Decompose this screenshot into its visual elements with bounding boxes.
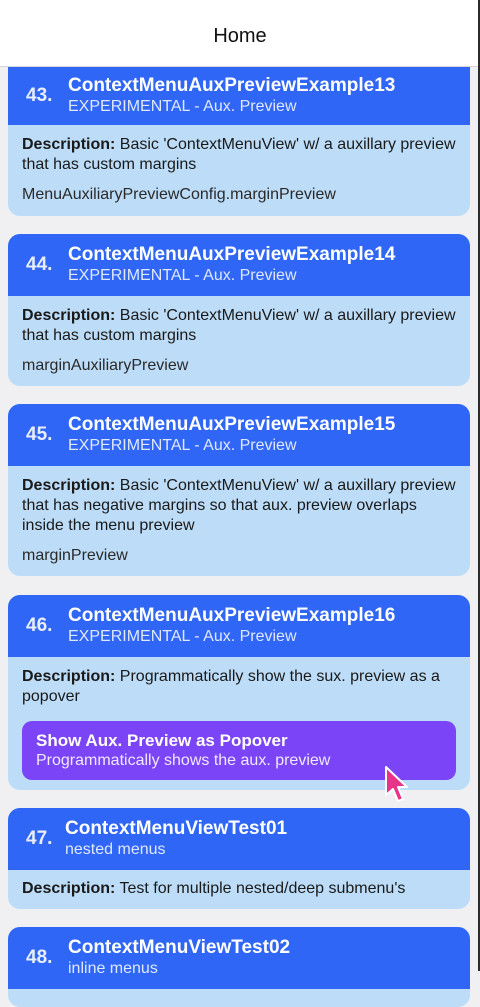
item-subtitle: EXPERIMENTAL - Aux. Preview	[68, 437, 297, 454]
item-extra: marginPreview	[22, 547, 128, 564]
list-item[interactable]: 46. ContextMenuAuxPreviewExample16 EXPER…	[8, 595, 470, 790]
description-label: Description:	[22, 668, 116, 685]
page-title: Home	[213, 24, 267, 47]
item-number: 44.	[26, 254, 53, 275]
item-description: Description: Basic 'ContextMenuView' w/ …	[22, 306, 456, 346]
item-subtitle: EXPERIMENTAL - Aux. Preview	[68, 267, 297, 284]
item-number: 43.	[26, 84, 53, 106]
item-description: Description: Basic 'ContextMenuView' w/ …	[22, 135, 456, 175]
item-title: ContextMenuViewTest02	[68, 937, 291, 958]
list-item[interactable]: 43. ContextMenuAuxPreviewExample13 EXPER…	[8, 44, 470, 216]
item-subtitle: nested menus	[65, 841, 166, 858]
item-title: ContextMenuAuxPreviewExample14	[68, 244, 396, 265]
card-header: 45. ContextMenuAuxPreviewExample15 EXPER…	[8, 404, 470, 466]
item-number: 48.	[26, 947, 53, 968]
item-title: ContextMenuAuxPreviewExample16	[68, 605, 396, 626]
item-description: Description: Programmatically show the s…	[22, 667, 456, 707]
card-header: 46. ContextMenuAuxPreviewExample16 EXPER…	[8, 595, 470, 657]
item-extra: MenuAuxiliaryPreviewConfig.marginPreview	[22, 186, 336, 203]
item-number: 45.	[26, 424, 53, 445]
button-subtitle: Programmatically shows the aux. preview	[36, 752, 331, 769]
navigation-bar: Home	[0, 0, 480, 67]
description-label: Description:	[22, 477, 116, 494]
list-item[interactable]: 47. ContextMenuViewTest01 nested menus D…	[8, 808, 470, 909]
item-subtitle: EXPERIMENTAL - Aux. Preview	[68, 628, 297, 645]
item-number: 46.	[26, 615, 53, 636]
card-header: 44. ContextMenuAuxPreviewExample14 EXPER…	[8, 234, 470, 296]
item-number: 47.	[26, 828, 53, 849]
card-body: Description: Basic 'ContextMenuView' w/ …	[8, 296, 470, 386]
card-header: 48. ContextMenuViewTest02 inline menus	[8, 927, 470, 989]
list-item[interactable]: 45. ContextMenuAuxPreviewExample15 EXPER…	[8, 404, 470, 576]
item-title: ContextMenuAuxPreviewExample13	[68, 74, 396, 96]
item-title: ContextMenuAuxPreviewExample15	[68, 414, 396, 435]
card-body: Description: Test for multiple nested/de…	[8, 870, 470, 909]
card-body: Description: Basic 'ContextMenuView' w/ …	[8, 466, 470, 576]
item-description: Description: Test for multiple nested/de…	[22, 879, 456, 899]
item-subtitle: EXPERIMENTAL - Aux. Preview	[68, 97, 297, 115]
pointer-cursor-icon	[384, 765, 410, 808]
description-label: Description:	[22, 880, 116, 897]
list-item[interactable]: 44. ContextMenuAuxPreviewExample14 EXPER…	[8, 234, 470, 386]
description-text: Test for multiple nested/deep submenu's	[119, 880, 406, 897]
list-item[interactable]: 48. ContextMenuViewTest02 inline menus	[8, 927, 470, 1007]
item-subtitle: inline menus	[68, 960, 158, 977]
description-label: Description:	[22, 136, 116, 153]
card-body: Description: Basic 'ContextMenuView' w/ …	[8, 125, 470, 215]
item-extra: marginAuxiliaryPreview	[22, 357, 189, 374]
description-label: Description:	[22, 307, 116, 324]
item-title: ContextMenuViewTest01	[65, 818, 288, 839]
card-header: 47. ContextMenuViewTest01 nested menus	[8, 808, 470, 870]
item-description: Description: Basic 'ContextMenuView' w/ …	[22, 476, 456, 536]
button-title: Show Aux. Preview as Popover	[36, 731, 288, 750]
